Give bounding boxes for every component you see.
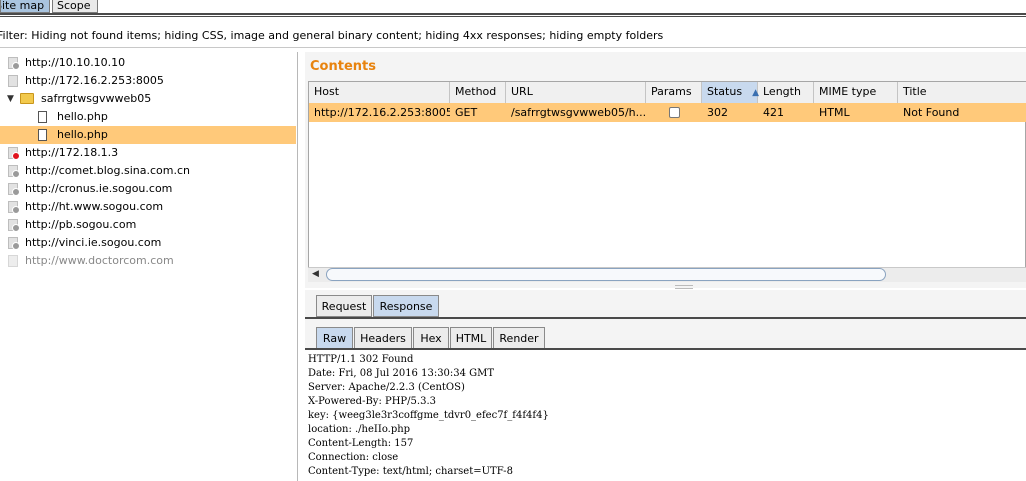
tree-item-label: http://10.10.10.10 [25,56,126,69]
column-header-mime-type[interactable]: MIME type [814,82,898,103]
tab-divider [305,317,1026,319]
column-header-url[interactable]: URL [506,82,646,103]
message-viewer: Request Response Raw Headers Hex HTML Re… [305,290,1026,481]
main-tab-bar: Site map Scope [0,0,1026,14]
tree-item-host[interactable]: http://comet.blog.sina.com.cn [0,162,296,180]
tree-item-file[interactable]: hello.php [0,108,296,126]
filter-bar[interactable]: Filter: Hiding not found items; hiding C… [0,20,1026,48]
tab-raw[interactable]: Raw [316,327,353,349]
column-header-host[interactable]: Host [309,82,450,103]
tab-divider [0,16,1026,17]
column-header-title[interactable]: Title [898,82,1026,103]
tab-render[interactable]: Render [493,327,545,349]
response-line: Date: Fri, 08 Jul 2016 13:30:34 GMT [308,368,495,379]
tree-item-label: http://172.16.2.253:8005 [25,74,164,87]
tree-item-label: http://172.18.1.3 [25,146,119,159]
response-line: key: {weeg3le3r3coffgme_tdvr0_efec7f_f4f… [308,410,549,421]
cell-host: http://172.16.2.253:8005 [314,106,450,119]
tree-item-label: http://www.doctorcom.com [25,254,174,267]
tree-item-label: http://ht.www.sogou.com [25,200,164,213]
tree-item-label: hello.php [57,110,108,123]
contents-table: Host Method URL Params Status ▲ Length MI… [308,81,1026,281]
collapse-toggle-icon[interactable]: ▼ [7,90,14,108]
tree-item-label: http://comet.blog.sina.com.cn [25,164,191,177]
cell-mime-type: HTML [819,106,850,119]
response-raw-text[interactable]: HTTP/1.1 302 Found Date: Fri, 08 Jul 201… [305,350,1026,481]
host-icon [8,183,20,196]
host-icon [8,237,20,250]
horizontal-scrollbar[interactable]: ◀ [308,267,1026,282]
tree-item-host[interactable]: http://172.18.1.3 [0,144,296,162]
contents-panel: Contents Host Method URL Params Status ▲ … [305,52,1026,289]
scroll-left-icon[interactable]: ◀ [312,269,319,279]
tab-headers[interactable]: Headers [354,327,412,349]
host-icon [8,255,18,267]
tab-html[interactable]: HTML [450,327,492,349]
response-line: Server: Apache/2.2.3 (CentOS) [308,382,465,393]
host-icon [8,165,20,178]
cell-url: /safrrgtwsgvwweb05/h... [511,106,646,119]
column-header-method[interactable]: Method [450,82,506,103]
tab-site-map[interactable]: Site map [0,0,50,13]
split-pane-handle[interactable] [675,285,693,289]
tab-scope[interactable]: Scope [52,0,98,13]
tab-request[interactable]: Request [316,295,372,317]
column-header-status[interactable]: Status ▲ [702,82,759,103]
tree-item-label: http://vinci.ie.sogou.com [25,236,162,249]
tree-item-host[interactable]: http://ht.www.sogou.com [0,198,296,216]
host-error-icon [8,147,20,160]
tab-response[interactable]: Response [373,295,439,317]
tree-item-host[interactable]: http://172.16.2.253:8005 [0,72,296,90]
host-icon [8,57,20,70]
tab-divider [0,13,1026,15]
tree-item-host[interactable]: http://pb.sogou.com [0,216,296,234]
cell-length: 421 [763,106,784,119]
host-icon [8,75,18,87]
tree-item-host[interactable]: http://www.doctorcom.com [0,252,296,270]
tree-item-host[interactable]: http://cronus.ie.sogou.com [0,180,296,198]
tree-item-host[interactable]: http://vinci.ie.sogou.com [0,234,296,252]
tree-item-host[interactable]: http://10.10.10.10 [0,54,296,72]
column-header-label: Status [707,85,743,98]
response-line: Content-Length: 157 [308,438,414,449]
tab-hex[interactable]: Hex [413,327,449,349]
contents-title: Contents [310,59,376,74]
tree-item-label: hello.php [57,128,108,141]
scrollbar-thumb[interactable] [326,268,886,281]
cell-status: 302 [707,106,728,119]
tree-item-label: safrrgtwsgvwweb05 [41,92,152,105]
host-icon [8,201,20,214]
cell-title: Not Found [903,106,960,119]
params-checkbox[interactable] [669,107,680,118]
tree-item-folder[interactable]: ▼ safrrgtwsgvwweb05 [0,90,296,108]
response-line: location: ./heIIo.php [308,424,411,435]
response-line: HTTP/1.1 302 Found [308,354,414,365]
site-map-tree: http://10.10.10.10 http://172.16.2.253:8… [0,52,298,481]
tree-item-file-selected[interactable]: hello.php [0,126,296,144]
filter-text: Filter: Hiding not found items; hiding C… [0,29,664,42]
column-header-length[interactable]: Length [758,82,814,103]
file-icon [38,111,47,123]
column-header-params[interactable]: Params [646,82,702,103]
folder-icon [20,93,34,104]
response-line: X-Powered-By: PHP/5.3.3 [308,396,436,407]
table-header: Host Method URL Params Status ▲ Length MI… [309,82,1026,104]
tree-item-label: http://pb.sogou.com [25,218,137,231]
response-line: Content-Type: text/html; charset=UTF-8 [308,466,513,477]
cell-method: GET [455,106,478,119]
file-icon [38,129,47,141]
host-icon [8,219,20,232]
response-line: Connection: close [308,452,399,463]
table-row[interactable]: http://172.16.2.253:8005 GET /safrrgtwsg… [309,103,1026,122]
tree-item-label: http://cronus.ie.sogou.com [25,182,173,195]
